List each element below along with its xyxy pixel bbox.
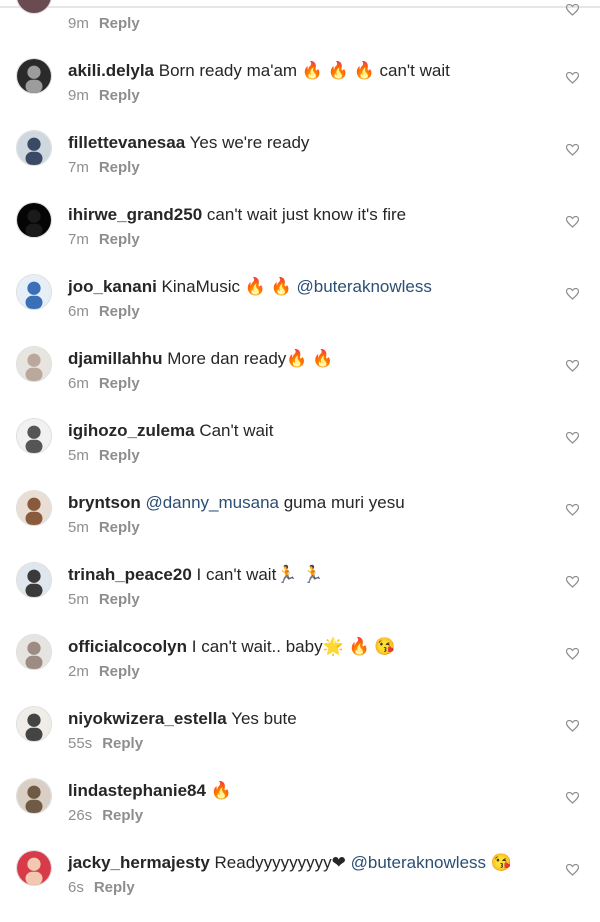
comment-item: jacky_hermajesty Readyyyyyyyyy❤ @buterak… — [0, 850, 600, 922]
heart-icon[interactable] — [566, 504, 579, 516]
comment-username[interactable]: djamillahhu — [68, 349, 162, 368]
comment-time: 9m — [68, 15, 89, 32]
comment-text: Yes bute — [231, 709, 297, 728]
comment-item: joo_kanani KinaMusic 🔥 🔥 @buteraknowless… — [0, 274, 600, 346]
comment-text: Yes we're ready — [189, 133, 310, 152]
comment-time: 7m — [68, 231, 89, 248]
comment-time: 6s — [68, 879, 84, 896]
comment-text: More dan ready🔥 🔥 — [167, 349, 334, 368]
comment-text: 🔥 — [210, 781, 232, 800]
heart-icon[interactable] — [566, 720, 579, 732]
avatar[interactable] — [16, 778, 52, 814]
avatar[interactable] — [16, 562, 52, 598]
comment-item: igihozo_zulema Can't wait 5m Reply — [0, 418, 600, 490]
comment-username[interactable]: officialcocolyn — [68, 637, 187, 656]
reply-button[interactable]: Reply — [99, 87, 140, 104]
comment-tail: 😘 — [490, 853, 512, 872]
heart-icon[interactable] — [566, 576, 579, 588]
heart-icon[interactable] — [566, 648, 579, 660]
comment-item: officialcocolyn I can't wait.. baby🌟 🔥 😘… — [0, 634, 600, 706]
comment-time: 2m — [68, 663, 89, 680]
reply-button[interactable]: Reply — [99, 231, 140, 248]
comment-item: ihirwe_grand250 can't wait just know it'… — [0, 202, 600, 274]
avatar[interactable] — [16, 418, 52, 454]
reply-button[interactable]: Reply — [99, 375, 140, 392]
comment-time: 55s — [68, 735, 93, 752]
heart-icon[interactable] — [566, 4, 579, 16]
comment-text: can't wait just know it's fire — [206, 205, 407, 224]
comment-text: KinaMusic 🔥 🔥 — [161, 277, 292, 296]
heart-icon[interactable] — [566, 864, 579, 876]
comment-item: niyokwizera_estella Yes bute 55s Reply — [0, 706, 600, 778]
comment-item: akili.delyla Born ready ma'am 🔥 🔥 🔥 can'… — [0, 58, 600, 130]
reply-button[interactable]: Reply — [102, 807, 143, 824]
heart-icon[interactable] — [566, 216, 579, 228]
comment-time: 5m — [68, 519, 89, 536]
avatar[interactable] — [16, 706, 52, 742]
reply-button[interactable]: Reply — [99, 519, 140, 536]
avatar[interactable] — [16, 130, 52, 166]
comment-username[interactable]: trinah_peace20 — [68, 565, 192, 584]
comment-mention[interactable]: @buteraknowless — [351, 853, 486, 872]
comment-time: 7m — [68, 159, 89, 176]
comment-username[interactable]: fillettevanesaa — [68, 133, 185, 152]
reply-button[interactable]: Reply — [99, 303, 140, 320]
comment-username[interactable]: akili.delyla — [68, 61, 154, 80]
comment-username[interactable]: niyokwizera_estella — [68, 709, 227, 728]
avatar[interactable] — [16, 634, 52, 670]
heart-icon[interactable] — [566, 144, 579, 156]
heart-icon[interactable] — [566, 432, 579, 444]
reply-button[interactable]: Reply — [99, 15, 140, 32]
comment-time: 9m — [68, 87, 89, 104]
reply-button[interactable]: Reply — [99, 447, 140, 464]
avatar[interactable] — [16, 274, 52, 310]
comment-partial: 9m Reply — [0, 0, 600, 32]
avatar[interactable] — [16, 202, 52, 238]
heart-icon[interactable] — [566, 360, 579, 372]
comment-item: fillettevanesaa Yes we're ready 7m Reply — [0, 130, 600, 202]
heart-icon[interactable] — [566, 72, 579, 84]
reply-button[interactable]: Reply — [99, 663, 140, 680]
comment-text: Can't wait — [199, 421, 274, 440]
avatar[interactable] — [16, 58, 52, 94]
avatar[interactable] — [16, 850, 52, 886]
reply-button[interactable]: Reply — [99, 159, 140, 176]
comment-time: 6m — [68, 375, 89, 392]
comment-time: 26s — [68, 807, 93, 824]
reply-button[interactable]: Reply — [94, 879, 135, 896]
comment-item: lindastephanie84 🔥 26s Reply — [0, 778, 600, 850]
comment-time: 6m — [68, 303, 89, 320]
comment-item: bryntson @danny_musana guma muri yesu 5m… — [0, 490, 600, 562]
comment-username[interactable]: lindastephanie84 — [68, 781, 206, 800]
heart-icon[interactable] — [566, 792, 579, 804]
comment-username[interactable]: ihirwe_grand250 — [68, 205, 202, 224]
comment-mention[interactable]: @danny_musana — [145, 493, 279, 512]
avatar[interactable] — [16, 346, 52, 382]
heart-icon[interactable] — [566, 288, 579, 300]
comment-time: 5m — [68, 591, 89, 608]
comment-username[interactable]: jacky_hermajesty — [68, 853, 210, 872]
comment-time: 5m — [68, 447, 89, 464]
comment-username[interactable]: joo_kanani — [68, 277, 157, 296]
reply-button[interactable]: Reply — [99, 591, 140, 608]
comment-username[interactable]: igihozo_zulema — [68, 421, 195, 440]
comment-username[interactable]: bryntson — [68, 493, 141, 512]
avatar[interactable] — [16, 490, 52, 526]
reply-button[interactable]: Reply — [102, 735, 143, 752]
avatar[interactable] — [16, 0, 52, 14]
comment-item: djamillahhu More dan ready🔥 🔥 6m Reply — [0, 346, 600, 418]
comment-mention[interactable]: @buteraknowless — [296, 277, 431, 296]
comment-item: trinah_peace20 I can't wait🏃 🏃 5m Reply — [0, 562, 600, 634]
comment-text: Born ready ma'am 🔥 🔥 🔥 can't wait — [158, 61, 450, 80]
comment-text: I can't wait.. baby🌟 🔥 😘 — [191, 637, 396, 656]
comment-tail: guma muri yesu — [283, 493, 405, 512]
comment-text: Readyyyyyyyyy❤ — [214, 853, 346, 872]
comment-text: I can't wait🏃 🏃 — [196, 565, 324, 584]
